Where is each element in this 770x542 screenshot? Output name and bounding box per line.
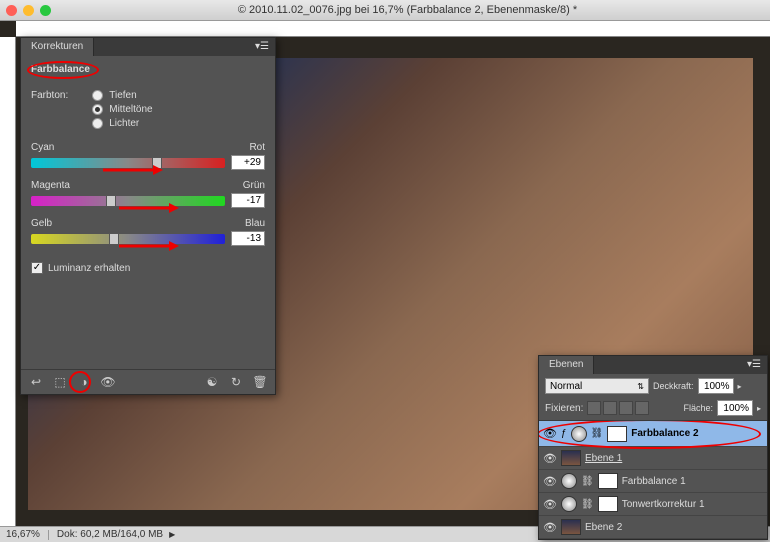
layer-item[interactable]: 👁 Ebene 2	[539, 516, 767, 539]
close-icon[interactable]	[6, 5, 17, 16]
lock-transparency-icon[interactable]	[587, 401, 601, 415]
tab-korrekturen[interactable]: Korrekturen	[21, 38, 94, 56]
panel-menu-icon[interactable]: ▾☰	[249, 38, 275, 56]
ruler-horizontal[interactable]	[16, 21, 770, 37]
zoom-icon[interactable]	[40, 5, 51, 16]
tone-label: Farbton:	[31, 90, 68, 130]
eye-icon[interactable]: 👁	[101, 375, 115, 389]
chevron-down-icon[interactable]: ▸	[757, 404, 761, 413]
visibility-toggle-icon[interactable]: 👁	[543, 427, 557, 441]
panel-menu-icon[interactable]: ▾☰	[741, 356, 767, 374]
lock-pixels-icon[interactable]	[603, 401, 617, 415]
chevron-down-icon[interactable]: ▸	[738, 382, 742, 391]
slider-magenta-green: Magenta Grün	[31, 180, 265, 208]
link-chain-icon[interactable]: ⛓	[591, 428, 604, 439]
slider-mg-thumb[interactable]	[106, 195, 116, 207]
titlebar: © 2010.11.02_0076.jpg bei 16,7% (Farbbal…	[0, 0, 770, 21]
window-controls	[6, 5, 51, 16]
lock-all-icon[interactable]	[635, 401, 649, 415]
link-icon[interactable]: ƒ	[561, 428, 567, 439]
tab-ebenen[interactable]: Ebenen	[539, 356, 594, 374]
radio-tiefen[interactable]: Tiefen	[92, 90, 265, 101]
layer-mask-thumb[interactable]	[607, 426, 627, 442]
checkbox-icon[interactable]	[31, 262, 43, 274]
fill-input[interactable]	[717, 400, 753, 416]
link-chain-icon[interactable]: ⛓	[581, 499, 594, 510]
window-title: © 2010.11.02_0076.jpg bei 16,7% (Farbbal…	[51, 4, 764, 16]
slider-cyan-red: Cyan Rot	[31, 142, 265, 170]
reset-icon[interactable]: ↻	[229, 375, 243, 389]
fill-label: Fläche:	[683, 403, 713, 413]
panel-tabs: Korrekturen ▾☰	[21, 38, 275, 56]
visibility-toggle-icon[interactable]: 👁	[543, 451, 557, 465]
layer-item[interactable]: 👁 ƒ ⛓ Farbbalance 2	[539, 421, 767, 447]
slider-yb-track[interactable]	[31, 234, 225, 244]
return-arrow-icon[interactable]: ↩	[29, 375, 43, 389]
layer-item[interactable]: 👁 ⛓ Farbbalance 1	[539, 470, 767, 493]
statusbar-menu-icon[interactable]: ▶	[169, 530, 175, 539]
ruler-vertical[interactable]	[0, 37, 16, 526]
adjustments-footer: ↩ ⬚ ◑ 👁 ☯ ↻ 🗑	[21, 369, 275, 394]
opacity-label: Deckkraft:	[653, 381, 694, 391]
visibility-toggle-icon[interactable]: 👁	[543, 497, 557, 511]
layer-mask-thumb[interactable]	[598, 473, 618, 489]
adjustments-panel: Korrekturen ▾☰ Farbbalance Farbton: Tief…	[20, 37, 276, 395]
previous-state-icon[interactable]: ☯	[205, 375, 219, 389]
adjustment-type-title: Farbbalance	[31, 64, 90, 75]
link-chain-icon[interactable]: ⛓	[581, 476, 594, 487]
radio-lichter[interactable]: Lichter	[92, 118, 265, 129]
trash-icon[interactable]: 🗑	[253, 375, 267, 389]
adjustment-icon[interactable]	[561, 473, 577, 489]
expand-icon[interactable]: ⬚	[53, 375, 67, 389]
adjustment-icon[interactable]	[561, 496, 577, 512]
adjustment-icon[interactable]	[571, 426, 587, 442]
zoom-level[interactable]: 16,67%	[6, 529, 40, 540]
layer-item[interactable]: 👁 ⛓ Tonwertkorrektur 1	[539, 493, 767, 516]
blend-mode-select[interactable]: Normal⇅	[545, 378, 649, 394]
slider-yb-value[interactable]	[231, 231, 265, 246]
clip-to-layer-icon[interactable]: ◑	[77, 375, 91, 389]
chevron-updown-icon: ⇅	[637, 382, 644, 391]
visibility-toggle-icon[interactable]: 👁	[543, 520, 557, 534]
layer-item[interactable]: 👁 Ebene 1	[539, 447, 767, 470]
layer-list: 👁 ƒ ⛓ Farbbalance 2 👁 Ebene 1 👁 ⛓ Farbba…	[539, 421, 767, 539]
slider-cr-value[interactable]	[231, 155, 265, 170]
preserve-luminosity-checkbox[interactable]: Luminanz erhalten	[31, 262, 265, 274]
slider-yb-thumb[interactable]	[109, 233, 119, 245]
layer-mask-thumb[interactable]	[598, 496, 618, 512]
slider-yellow-blue: Gelb Blau	[31, 218, 265, 246]
slider-cr-track[interactable]	[31, 158, 225, 168]
slider-cr-thumb[interactable]	[152, 157, 162, 169]
minimize-icon[interactable]	[23, 5, 34, 16]
doc-size: Dok: 60,2 MB/164,0 MB	[57, 529, 163, 540]
radio-mitteltoene[interactable]: Mitteltöne	[92, 104, 265, 115]
lock-label: Fixieren:	[545, 403, 583, 414]
layers-panel: Ebenen ▾☰ Normal⇅ Deckkraft: ▸ Fixieren:…	[538, 355, 768, 540]
lock-position-icon[interactable]	[619, 401, 633, 415]
layer-thumb[interactable]	[561, 519, 581, 535]
layer-thumb[interactable]	[561, 450, 581, 466]
visibility-toggle-icon[interactable]: 👁	[543, 474, 557, 488]
opacity-input[interactable]	[698, 378, 734, 394]
slider-mg-value[interactable]	[231, 193, 265, 208]
slider-mg-track[interactable]	[31, 196, 225, 206]
